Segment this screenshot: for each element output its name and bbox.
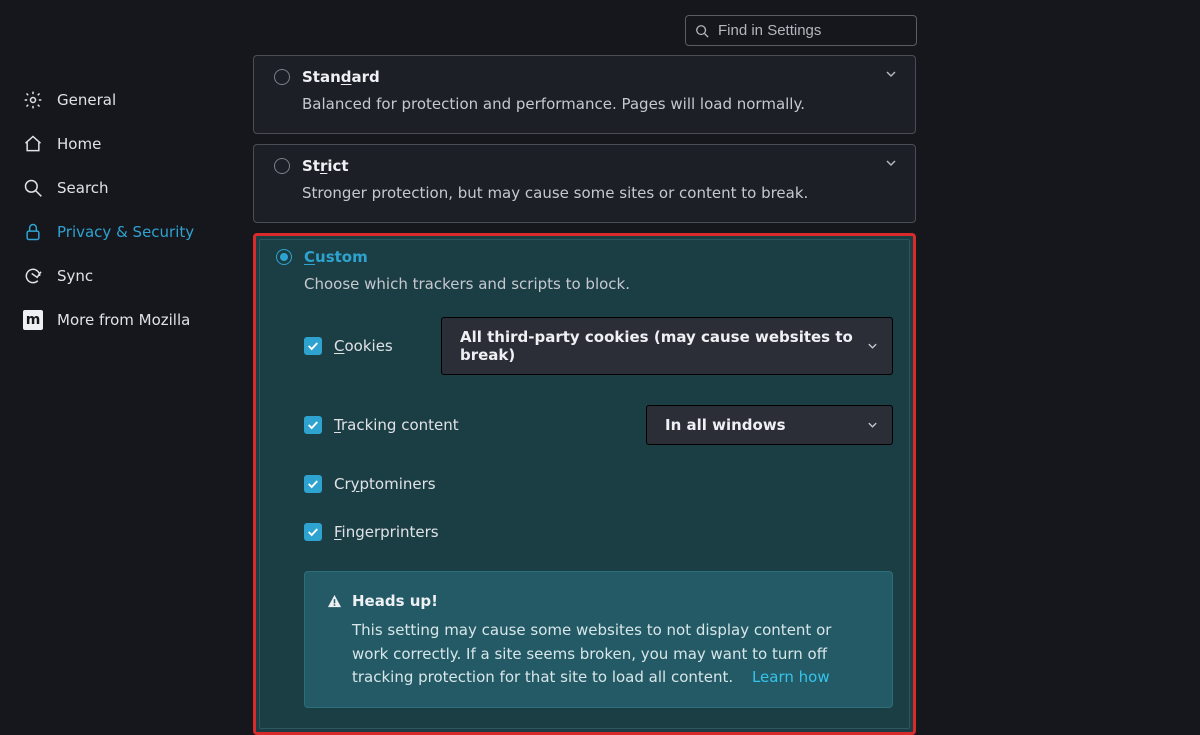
- etp-custom-panel[interactable]: Custom Choose which trackers and scripts…: [253, 233, 916, 735]
- label-tracking: Tracking content: [334, 416, 459, 434]
- label-fingerprint: Fingerprinters: [334, 523, 439, 541]
- label-cookies: Cookies: [334, 337, 393, 355]
- sidebar-item-privacy-security[interactable]: Privacy & Security: [23, 210, 223, 254]
- custom-crypto-row: Cryptominers: [304, 475, 893, 493]
- sidebar-item-label: More from Mozilla: [57, 311, 190, 329]
- etp-strict-title: Strict: [302, 157, 349, 175]
- select-tracking[interactable]: In all windows: [646, 405, 893, 445]
- label-crypto: Cryptominers: [334, 475, 436, 493]
- mozilla-icon: m: [23, 310, 43, 330]
- etp-custom-title: Custom: [304, 248, 368, 266]
- checkbox-crypto[interactable]: [304, 475, 322, 493]
- learn-how-link[interactable]: Learn how: [752, 668, 830, 686]
- house-icon: [23, 134, 43, 154]
- sidebar-item-search[interactable]: Search: [23, 166, 223, 210]
- custom-tracking-row: Tracking content In all windows: [304, 405, 893, 445]
- settings-search-container: [685, 15, 917, 46]
- heads-up-box: Heads up! This setting may cause some we…: [304, 571, 893, 708]
- search-input[interactable]: [685, 15, 917, 46]
- sidebar-item-label: Privacy & Security: [57, 223, 194, 241]
- sidebar-item-label: Sync: [57, 267, 93, 285]
- sidebar-item-home[interactable]: Home: [23, 122, 223, 166]
- sidebar-item-more-mozilla[interactable]: m More from Mozilla: [23, 298, 223, 342]
- sidebar-item-sync[interactable]: Sync: [23, 254, 223, 298]
- chevron-down-icon: [867, 341, 878, 352]
- custom-fingerprint-row: Fingerprinters: [304, 523, 893, 541]
- gear-icon: [23, 90, 43, 110]
- sidebar-item-label: Search: [57, 179, 109, 197]
- radio-strict[interactable]: [274, 158, 290, 174]
- settings-main: Standard Balanced for protection and per…: [253, 55, 916, 735]
- warning-icon: [327, 594, 342, 609]
- chevron-down-icon[interactable]: [885, 68, 897, 80]
- sidebar-item-label: Home: [57, 135, 101, 153]
- custom-cookies-row: Cookies All third-party cookies (may cau…: [304, 317, 893, 375]
- etp-strict-panel[interactable]: Strict Stronger protection, but may caus…: [253, 144, 916, 223]
- etp-custom-desc: Choose which trackers and scripts to blo…: [304, 274, 893, 295]
- select-cookies[interactable]: All third-party cookies (may cause websi…: [441, 317, 893, 375]
- search-icon: [23, 178, 43, 198]
- settings-sidebar: General Home Search Privacy & Security S…: [23, 78, 223, 342]
- lock-icon: [23, 222, 43, 242]
- etp-strict-desc: Stronger protection, but may cause some …: [302, 183, 895, 204]
- chevron-down-icon[interactable]: [885, 157, 897, 169]
- radio-standard[interactable]: [274, 69, 290, 85]
- sidebar-item-general[interactable]: General: [23, 78, 223, 122]
- etp-standard-desc: Balanced for protection and performance.…: [302, 94, 895, 115]
- etp-standard-panel[interactable]: Standard Balanced for protection and per…: [253, 55, 916, 134]
- checkbox-cookies[interactable]: [304, 337, 322, 355]
- chevron-down-icon: [867, 420, 878, 431]
- radio-custom[interactable]: [276, 249, 292, 265]
- sync-icon: [23, 266, 43, 286]
- checkbox-tracking[interactable]: [304, 416, 322, 434]
- heads-up-title: Heads up!: [327, 590, 870, 613]
- sidebar-item-label: General: [57, 91, 116, 109]
- heads-up-body: This setting may cause some websites to …: [327, 619, 870, 689]
- checkbox-fingerprint[interactable]: [304, 523, 322, 541]
- etp-standard-title: Standard: [302, 68, 380, 86]
